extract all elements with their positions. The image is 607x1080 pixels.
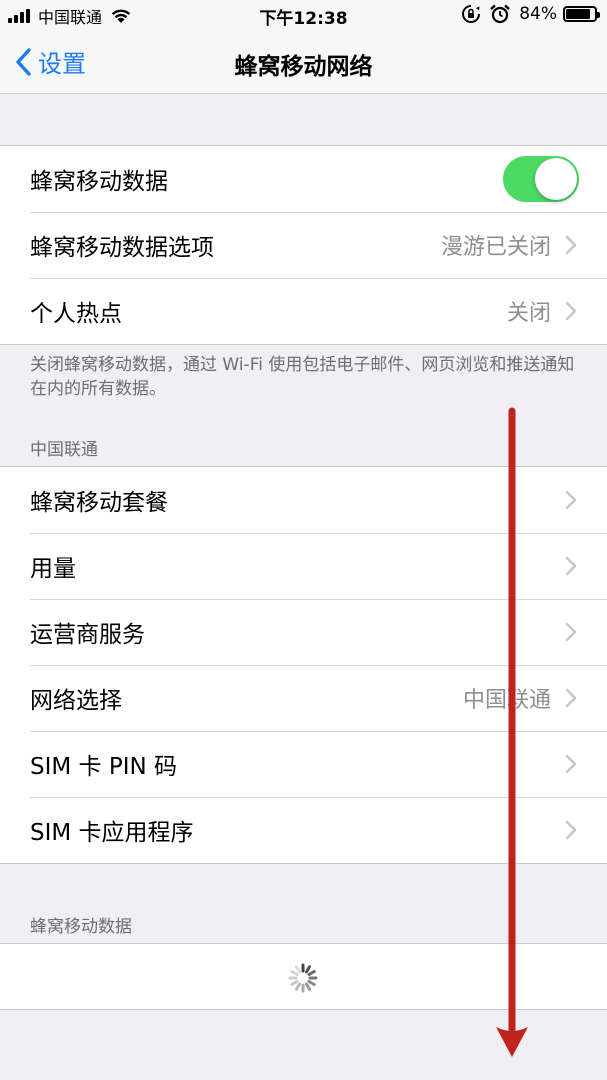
screen: 中国联通 下午12:38 84% 设置 蜂窝移动网络 蜂窝移动数据 蜂窝移动数据… <box>0 0 607 1080</box>
battery-icon <box>563 6 600 22</box>
carrier-item-label: 用量 <box>30 556 76 582</box>
cellular-options-label: 蜂窝移动数据选项 <box>30 235 214 261</box>
carrier-item-label: SIM 卡应用程序 <box>30 820 194 846</box>
carrier-item-right <box>551 731 577 797</box>
hotspot-label: 个人热点 <box>30 301 122 327</box>
carrier-item-right <box>551 599 577 665</box>
carrier-item-right <box>551 467 577 533</box>
cellular-settings-group: 蜂窝移动数据 蜂窝移动数据选项 漫游已关闭 个人热点 关闭 <box>0 145 607 345</box>
row-cellular-data: 蜂窝移动数据 <box>0 146 607 212</box>
cellular-data-right <box>503 146 579 212</box>
status-right: 84% <box>461 4 600 24</box>
chevron-right-icon <box>565 754 577 774</box>
row-cellular-data-options[interactable]: 蜂窝移动数据选项 漫游已关闭 <box>0 212 607 278</box>
chevron-right-icon <box>565 301 577 321</box>
carrier-item-label: 网络选择 <box>30 688 122 714</box>
carrier-item-right <box>551 797 577 863</box>
cellular-options-value: 漫游已关闭 <box>440 235 551 260</box>
navigation-bar: 设置 蜂窝移动网络 <box>0 30 607 94</box>
cellular-options-right: 漫游已关闭 <box>441 212 577 278</box>
chevron-right-icon <box>565 556 577 576</box>
scroll-down-arrow-icon <box>496 407 528 1057</box>
chevron-right-icon <box>565 820 577 840</box>
carrier-section-header: 中国联通 <box>30 440 98 460</box>
cellular-data-label: 蜂窝移动数据 <box>30 169 168 195</box>
chevron-right-icon <box>565 490 577 510</box>
chevron-right-icon <box>565 622 577 642</box>
battery-fill <box>566 9 590 19</box>
chevron-right-icon <box>565 688 577 708</box>
loading-spinner-icon <box>288 963 318 993</box>
chevron-right-icon <box>565 235 577 255</box>
orientation-lock-icon <box>462 5 481 23</box>
hotspot-right: 关闭 <box>507 278 577 344</box>
carrier-item-label: 蜂窝移动套餐 <box>30 490 168 516</box>
row-personal-hotspot[interactable]: 个人热点 关闭 <box>0 278 607 344</box>
page-title: 蜂窝移动网络 <box>234 54 373 80</box>
toggle-knob <box>535 158 577 200</box>
carrier-item-label: 运营商服务 <box>30 622 145 648</box>
cellular-data-toggle[interactable] <box>503 156 579 202</box>
hotspot-value: 关闭 <box>506 301 551 326</box>
carrier-item-label: SIM 卡 PIN 码 <box>30 754 178 780</box>
carrier-item-right <box>551 533 577 599</box>
battery-percent: 84% <box>519 4 557 24</box>
status-bar: 中国联通 下午12:38 84% <box>0 0 607 30</box>
cellular-data-section-header: 蜂窝移动数据 <box>30 917 132 937</box>
cellular-footer-note: 关闭蜂窝移动数据，通过 Wi-Fi 使用包括电子邮件、网页浏览和推送通知在内的所… <box>30 355 575 399</box>
alarm-icon <box>490 4 510 24</box>
